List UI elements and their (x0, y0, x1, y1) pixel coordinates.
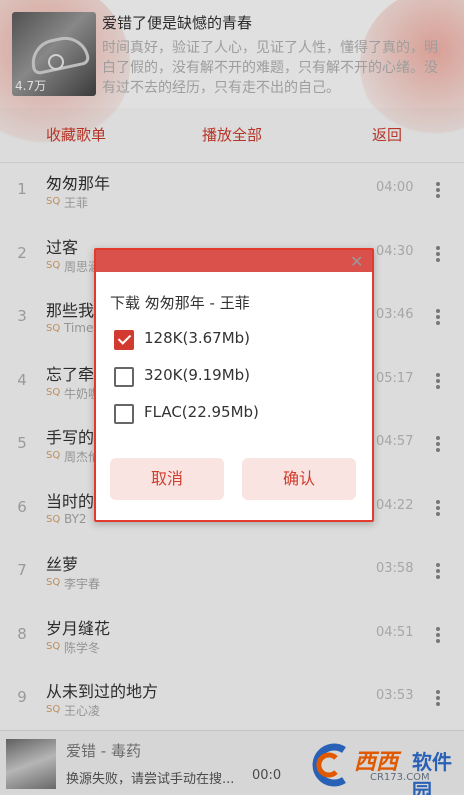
quality-option-label: 128K(3.67Mb) (144, 329, 251, 347)
cancel-button[interactable]: 取消 (110, 458, 224, 500)
dialog-title-bar (96, 250, 372, 272)
playlist-page: 4.7万 爱错了便是缺憾的青春 时间真好，验证了人心，见证了人性，懂得了真的，明… (0, 0, 464, 795)
close-icon[interactable]: ✕ (350, 252, 363, 271)
quality-option-label: FLAC(22.95Mb) (144, 403, 259, 421)
download-dialog: ✕ 下载 匆匆那年 - 王菲 128K(3.67Mb) 320K(9.19Mb)… (94, 248, 374, 522)
checkbox-icon[interactable] (114, 330, 134, 350)
quality-option-label: 320K(9.19Mb) (144, 366, 251, 384)
dialog-title: 下载 匆匆那年 - 王菲 (110, 294, 250, 312)
checkbox-icon[interactable] (114, 404, 134, 424)
checkbox-icon[interactable] (114, 367, 134, 387)
confirm-button[interactable]: 确认 (242, 458, 356, 500)
